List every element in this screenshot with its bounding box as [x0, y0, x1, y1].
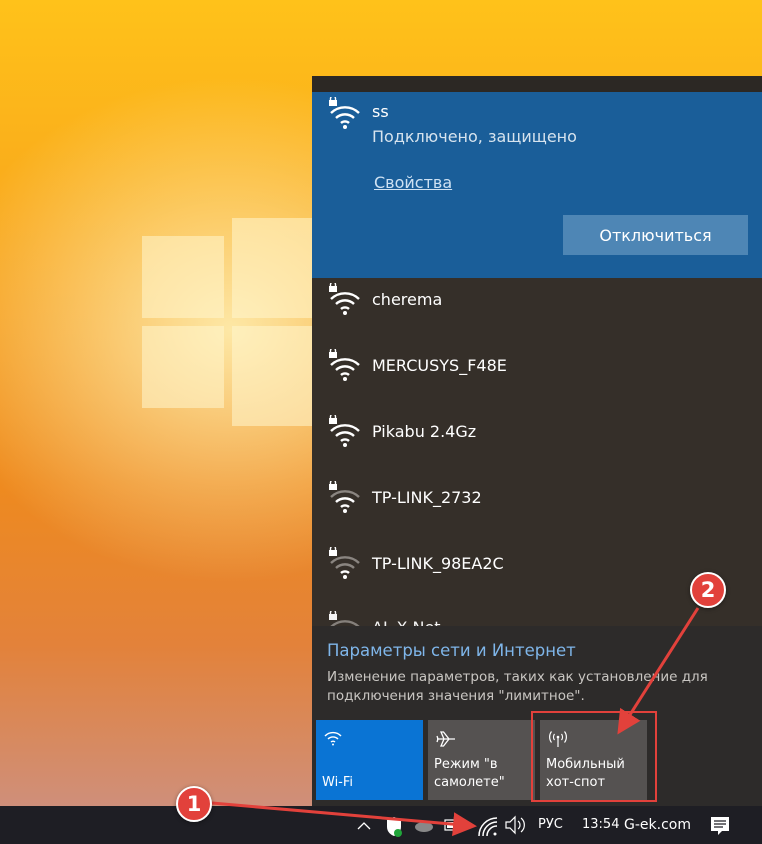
wifi-toggle-tile[interactable]: Wi-Fi	[316, 720, 423, 800]
airplane-mode-tile[interactable]: Режим "в самолете"	[428, 720, 535, 800]
network-item[interactable]: cherema	[312, 276, 762, 342]
network-name: Pikabu 2.4Gz	[372, 422, 477, 441]
airplane-tile-label: Режим "в самолете"	[434, 757, 505, 790]
network-settings-link[interactable]: Параметры сети и Интернет	[327, 641, 576, 660]
security-shield-icon[interactable]	[385, 806, 403, 844]
hotspot-highlight-box	[531, 711, 657, 802]
network-item[interactable]: TP-LINK_2732	[312, 474, 762, 540]
clock-time[interactable]: 13:54	[582, 806, 619, 844]
wifi-secured-icon	[327, 349, 361, 383]
wifi-secured-icon	[327, 415, 361, 449]
wifi-tile-label: Wi-Fi	[322, 775, 354, 790]
network-item[interactable]: Pikabu 2.4Gz	[312, 408, 762, 474]
callout-marker-2: 2	[690, 572, 726, 608]
wifi-secured-weak-icon	[327, 611, 361, 626]
onedrive-cloud-icon[interactable]	[414, 806, 434, 844]
network-flyout: ss Подключено, защищено Свойства Отключи…	[312, 76, 762, 806]
wifi-secured-weak-icon	[327, 547, 361, 581]
action-center-notification-icon[interactable]	[708, 806, 732, 844]
network-name: MERCUSYS_F48E	[372, 356, 507, 375]
show-hidden-icons-chevron-up-icon[interactable]	[356, 806, 372, 844]
volume-speaker-icon[interactable]	[504, 806, 526, 844]
connected-network-name: ss	[372, 102, 389, 121]
network-name: AL-X-Net	[372, 618, 441, 626]
battery-icon[interactable]	[444, 806, 466, 844]
network-name: cherema	[372, 290, 443, 309]
properties-link[interactable]: Свойства	[374, 173, 452, 192]
disconnect-button[interactable]: Отключиться	[563, 215, 748, 255]
network-item[interactable]: AL-X-Net	[312, 604, 762, 626]
network-settings-description: Изменение параметров, таких как установл…	[327, 669, 708, 704]
site-watermark: G-ek.com	[624, 817, 691, 833]
wifi-secured-icon	[327, 283, 361, 317]
wifi-secured-weak-icon	[327, 481, 361, 515]
flyout-top-strip	[312, 76, 762, 92]
callout-marker-1: 1	[176, 786, 212, 822]
wifi-secured-icon	[327, 97, 361, 131]
wifi-tray-icon[interactable]	[476, 806, 498, 844]
network-item[interactable]: MERCUSYS_F48E	[312, 342, 762, 408]
airplane-icon	[436, 730, 456, 754]
windows-logo-light	[140, 200, 316, 430]
network-name: TP-LINK_2732	[372, 488, 482, 507]
input-language-indicator[interactable]: РУС	[538, 806, 563, 844]
taskbar: РУС 13:54 G-ek.com	[0, 806, 762, 844]
connected-network-status: Подключено, защищено	[372, 127, 577, 146]
network-name: TP-LINK_98EA2C	[372, 554, 504, 573]
connected-network-panel[interactable]: ss Подключено, защищено Свойства Отключи…	[312, 92, 762, 278]
wifi-icon	[324, 730, 342, 752]
